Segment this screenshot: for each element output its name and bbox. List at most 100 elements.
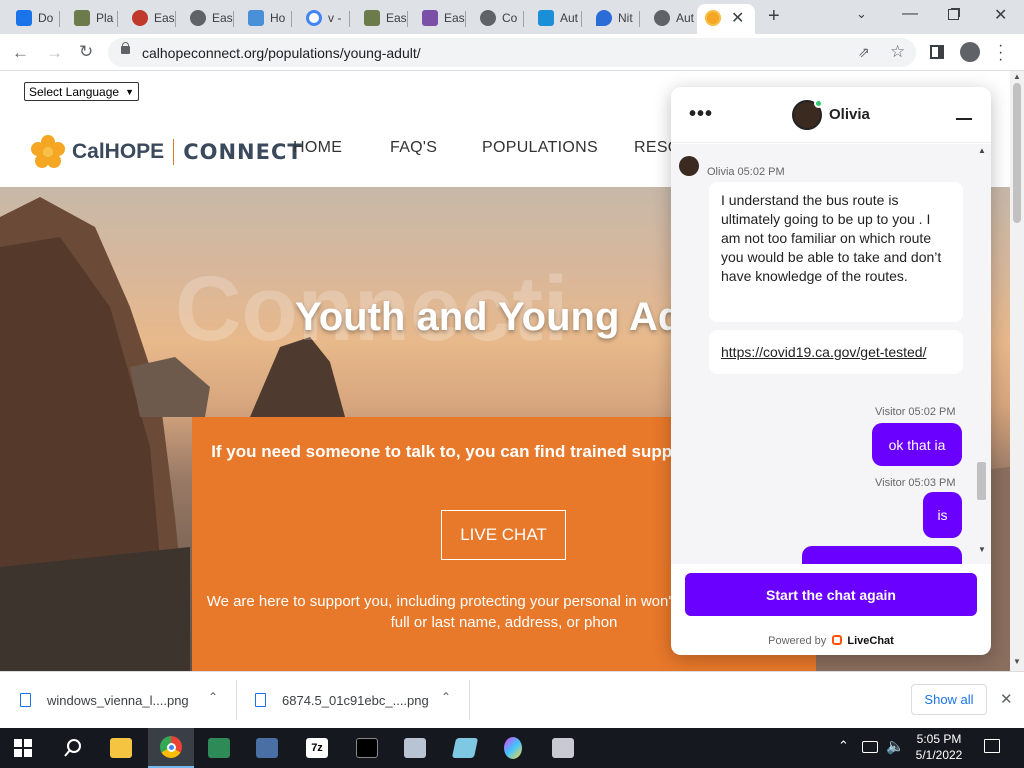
installer-app-icon [552,738,574,758]
browser-tab[interactable]: Do [2,4,60,32]
app-button[interactable] [442,728,488,768]
tab-favicon-icon [538,10,554,26]
notes-app-icon [451,738,479,758]
browser-tab[interactable]: Pla [60,4,118,32]
address-bar[interactable]: calhopeconnect.org/populations/young-adu… [108,38,916,67]
clock[interactable]: 5:05 PM 5/1/2022 [912,731,966,763]
online-status-icon [814,99,823,108]
paint-app-icon [504,737,522,759]
chat-header: ••• Olivia [671,87,991,143]
restore-window-icon[interactable] [948,9,959,20]
browser-tab[interactable]: Ho [234,4,292,32]
chat-scroll-up-icon[interactable]: ▲ [978,146,986,155]
bookmark-star-icon[interactable]: ☆ [890,42,905,62]
reload-icon[interactable]: ↻ [79,43,93,60]
tab-favicon-icon [74,10,90,26]
browser-tab[interactable]: Eas [350,4,408,32]
browser-tab[interactable]: Eas [118,4,176,32]
notifications-icon[interactable] [984,739,1000,753]
chat-scroll-down-icon[interactable]: ▼ [978,545,986,554]
browser-tab[interactable]: Co [466,4,524,32]
app-button[interactable] [196,728,242,768]
language-select[interactable]: Select Language ▼ [24,82,139,101]
close-window-icon[interactable]: ✕ [994,5,1007,25]
back-icon[interactable]: ← [12,44,29,61]
minimize-chat-icon[interactable] [956,118,972,120]
logo-text: CalHOPE [72,140,165,163]
browser-tab[interactable]: Eas [408,4,466,32]
active-browser-tab[interactable]: ✕ [697,4,755,34]
browser-tab[interactable]: Nit [582,4,640,32]
windows-taskbar: 7z ⌃ 🔈 5:05 PM 5/1/2022 [0,728,1024,768]
visitor-message-1: ok that ia [872,423,962,466]
browser-tab[interactable]: v - [292,4,350,32]
chat-scroll-thumb[interactable] [977,462,986,500]
livechat-logo-icon [832,635,843,645]
menu-kebab-icon[interactable]: · · · [998,38,1003,68]
tab-favicon-icon [190,10,206,26]
tab-strip: Do Pla Eas Eas Ho v - Eas Eas Co Aut Nit… [0,0,1024,34]
side-panel-icon[interactable] [930,45,944,59]
download-divider [469,680,470,720]
installer-app-icon [404,738,426,758]
covid-link[interactable]: https://covid19.ca.gov/get-tested/ [721,343,926,362]
tab-favicon-icon [248,10,264,26]
tab-search-icon[interactable]: ⌄ [856,6,867,22]
new-tab-button[interactable]: + [768,5,780,28]
page-scrollbar[interactable]: ▲ ▼ [1010,71,1024,671]
search-icon [64,739,81,757]
app-button[interactable] [244,728,290,768]
share-icon[interactable]: ⇗ [858,44,870,61]
nav-faqs[interactable]: FAQ'S [390,139,437,157]
nav-home[interactable]: HOME [293,139,342,157]
chevron-up-icon[interactable]: ⌃ [441,690,451,704]
chrome-icon [160,736,182,758]
close-downloads-icon[interactable]: ✕ [1000,690,1013,708]
nav-populations[interactable]: POPULATIONS [482,139,598,157]
chat-transcript: Olivia 05:02 PM I understand the bus rou… [671,144,991,564]
calhope-logo[interactable]: CalHOPE CONNECT [30,134,303,170]
visitor-timestamp-1: Visitor 05:02 PM [875,406,956,418]
volume-icon[interactable]: 🔈 [886,737,905,755]
profile-icon[interactable] [960,42,980,62]
scroll-up-icon[interactable]: ▲ [1013,72,1021,81]
scroll-down-icon[interactable]: ▼ [1013,657,1021,666]
live-chat-button[interactable]: LIVE CHAT [441,510,566,560]
start-chat-again-button[interactable]: Start the chat again [685,573,977,616]
png-file-icon [255,693,266,707]
close-tab-icon[interactable]: ✕ [731,8,744,28]
forward-icon[interactable]: → [46,44,63,61]
terminal-button[interactable] [344,728,390,768]
search-button[interactable] [50,728,96,768]
minimize-window-icon[interactable]: — [902,5,918,23]
7zip-button[interactable]: 7z [294,728,340,768]
app-button[interactable] [490,728,536,768]
chat-menu-icon[interactable]: ••• [689,103,713,126]
chrome-button[interactable] [148,728,194,768]
download-item[interactable]: windows_vienna_l....png ⌃ [20,672,235,728]
browser-tab[interactable]: Aut [640,4,698,32]
show-all-button[interactable]: Show all [911,684,987,715]
agent-name: Olivia [829,106,870,123]
livechat-widget: ••• Olivia Olivia 05:02 PM I understand … [671,87,991,655]
show-hidden-icons[interactable]: ⌃ [838,738,849,754]
scroll-thumb[interactable] [1013,83,1021,223]
google-icon [306,10,322,26]
network-icon[interactable] [862,741,878,753]
app-button[interactable] [540,728,586,768]
tab-favicon-icon [654,10,670,26]
browser-tab[interactable]: Aut [524,4,582,32]
lock-shackle-icon [122,42,129,48]
download-item[interactable]: 6874.5_01c91ebc_....png ⌃ [255,672,465,728]
app-button[interactable] [392,728,438,768]
windows-logo-icon [14,739,32,757]
browser-tab[interactable]: Eas [176,4,234,32]
livechat-brand[interactable]: LiveChat [847,635,893,647]
png-file-icon [20,693,31,707]
agent-small-avatar [679,156,699,176]
spreadsheet-app-icon [208,738,230,758]
chevron-up-icon[interactable]: ⌃ [208,690,218,704]
file-explorer-button[interactable] [98,728,144,768]
start-button[interactable] [0,728,46,768]
logo-divider [173,139,175,165]
